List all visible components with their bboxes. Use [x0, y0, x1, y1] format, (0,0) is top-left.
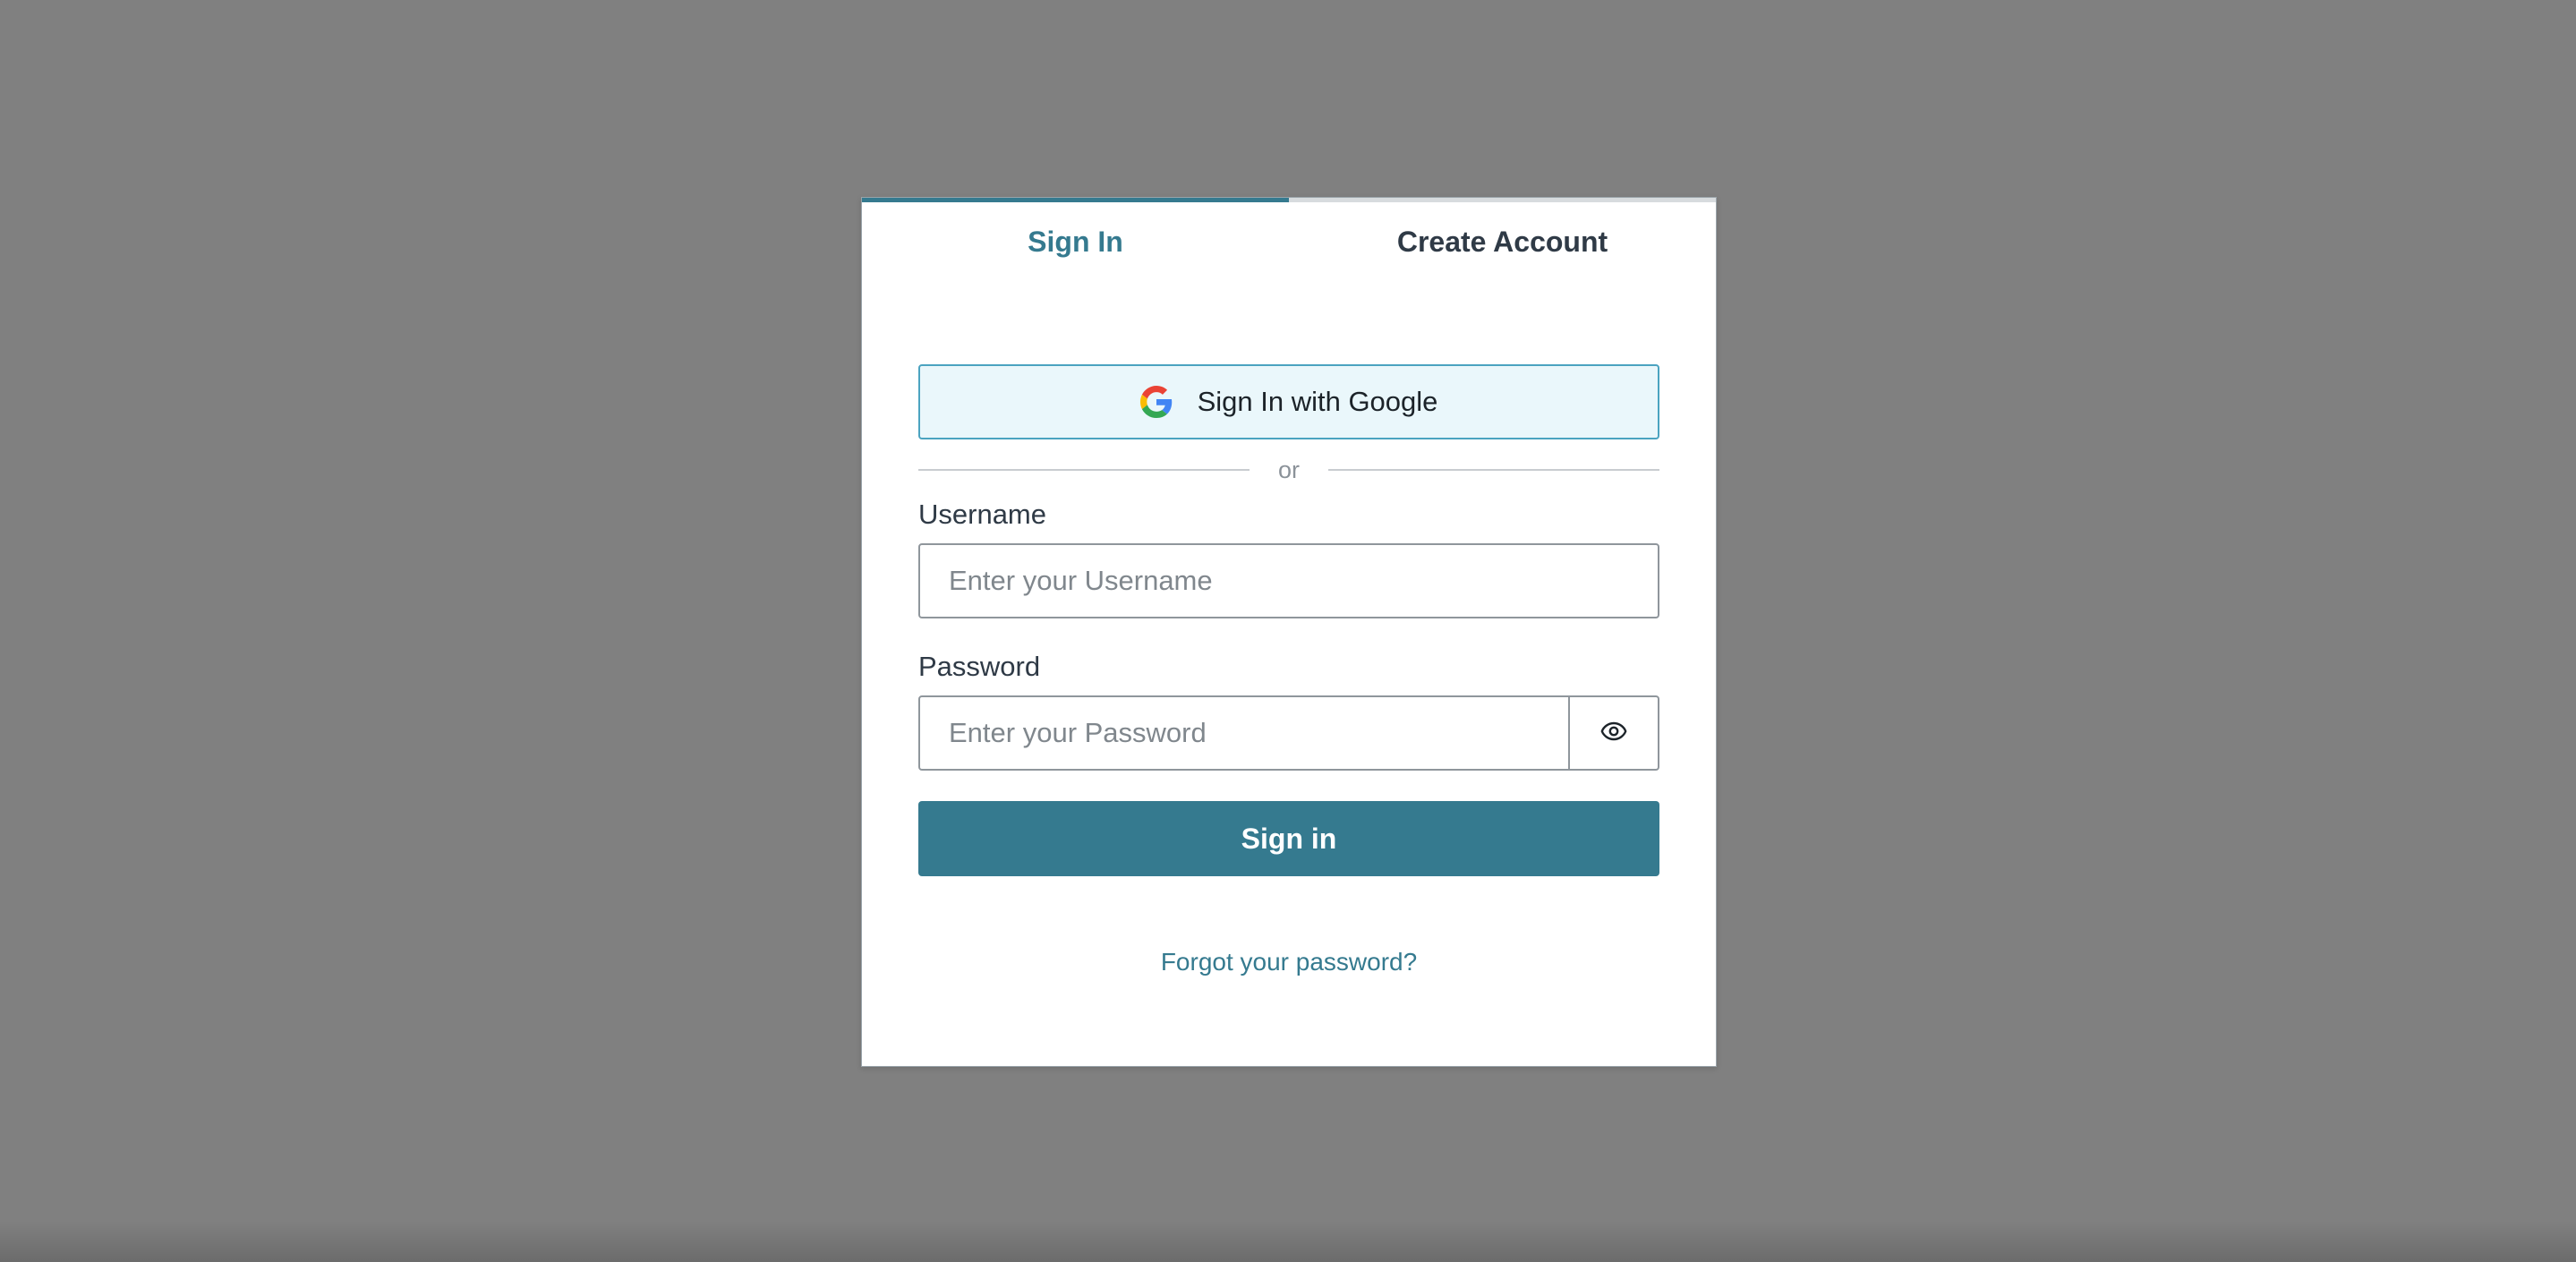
bottom-shadow: [0, 1221, 2576, 1262]
tab-create-account[interactable]: Create Account: [1289, 198, 1716, 287]
username-input[interactable]: [918, 543, 1659, 618]
sign-in-form: Sign In with Google or Username Password: [918, 364, 1660, 976]
show-password-button[interactable]: [1570, 695, 1659, 771]
google-sign-in-button[interactable]: Sign In with Google: [918, 364, 1659, 439]
auth-dialog: Sign In Create Account Sign In with Goog…: [861, 197, 1717, 1067]
password-label: Password: [918, 651, 1041, 682]
username-label: Username: [918, 499, 1046, 530]
or-divider: or: [918, 452, 1660, 488]
eye-icon: [1600, 721, 1627, 746]
tab-sign-in[interactable]: Sign In: [862, 198, 1289, 287]
password-input[interactable]: [918, 695, 1570, 771]
google-sign-in-label: Sign In with Google: [1197, 386, 1438, 417]
forgot-password-link[interactable]: Forgot your password?: [918, 948, 1659, 976]
google-icon: [1139, 386, 1173, 418]
divider-line-right: [1328, 469, 1660, 471]
sign-in-button-label: Sign in: [1241, 822, 1337, 855]
divider-or-text: or: [1278, 456, 1301, 483]
tab-sign-in-label: Sign In: [1028, 226, 1123, 258]
password-field-group: [918, 695, 1659, 771]
auth-tabs: Sign In Create Account: [862, 198, 1716, 287]
divider-line-left: [918, 469, 1250, 471]
sign-in-button[interactable]: Sign in: [918, 801, 1659, 876]
tab-create-account-label: Create Account: [1396, 226, 1608, 258]
